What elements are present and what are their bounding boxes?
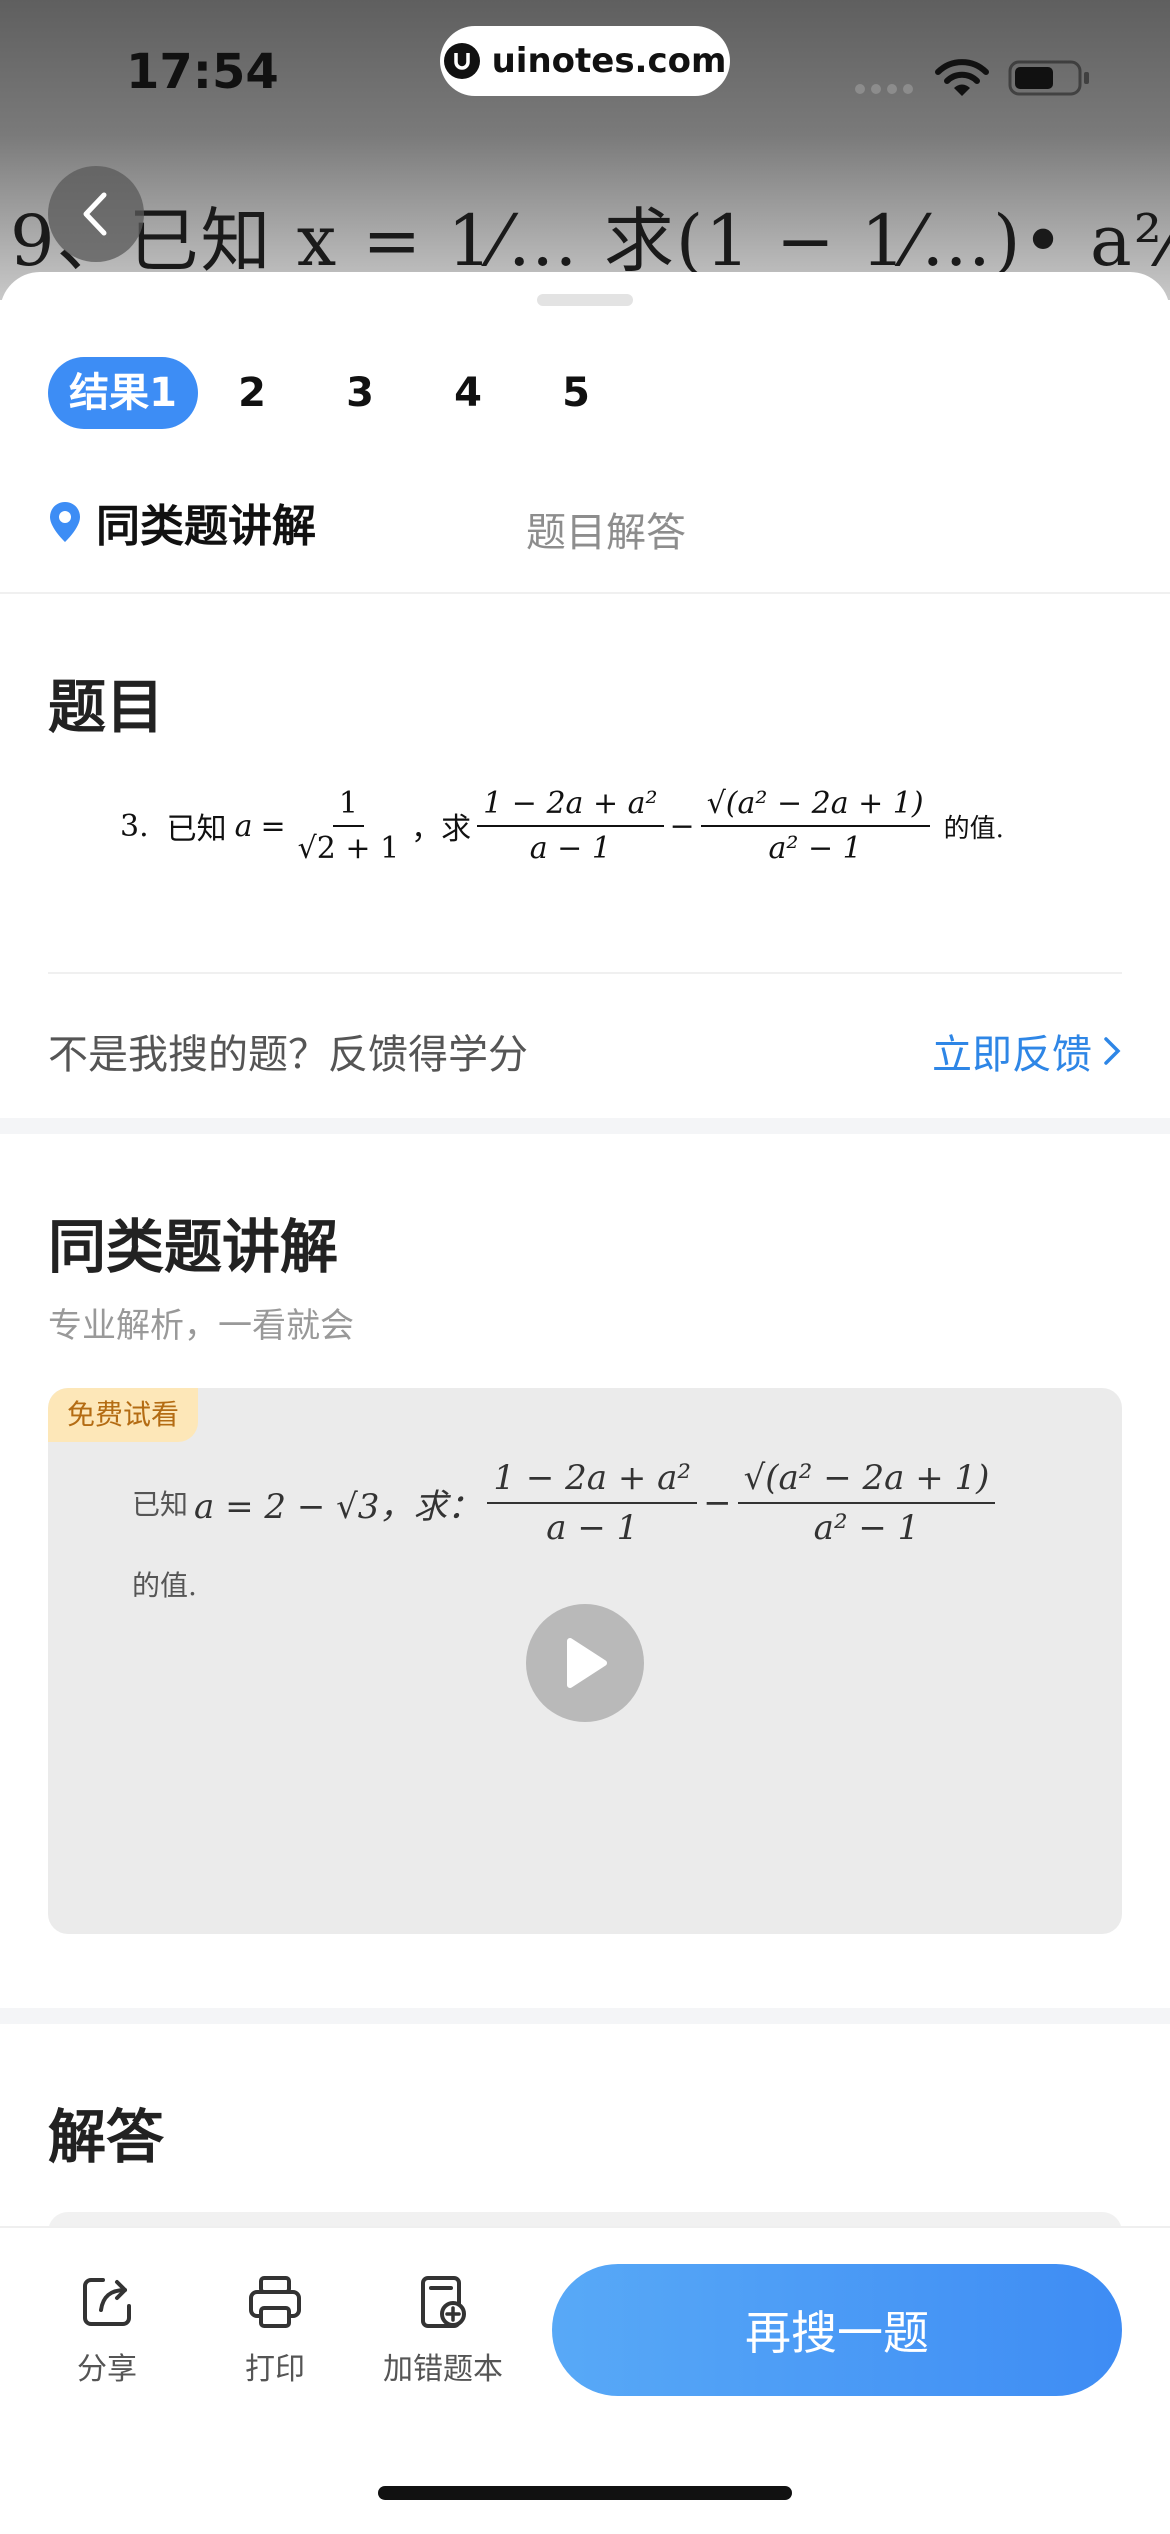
question-title: 题目	[48, 673, 165, 741]
chevron-right-icon	[1104, 1037, 1121, 1065]
sheet-grabber[interactable]	[537, 294, 633, 306]
section-separator	[0, 2008, 1170, 2024]
fraction: √(a² − 2a + 1) a² − 1	[700, 786, 930, 866]
free-trial-badge: 免费试看	[48, 1388, 198, 1442]
explanation-video[interactable]: 免费试看 已知 a = 2 − √3，求： 1 − 2a + a² a − 1 …	[48, 1388, 1122, 1934]
battery-icon	[1008, 58, 1092, 102]
video-formula: 已知 a = 2 − √3，求： 1 − 2a + a² a − 1 − √(a…	[132, 1458, 1001, 1548]
video-formula-minus: −	[703, 1483, 732, 1523]
back-button[interactable]	[48, 166, 144, 262]
tab-result-4[interactable]: 4	[414, 357, 522, 429]
tab-result-1[interactable]: 结果1	[48, 357, 198, 429]
formula-var: a	[234, 808, 253, 844]
feedback-question: 不是我搜的题？反馈得学分	[48, 1032, 528, 1078]
similar-title: 同类题讲解	[48, 1213, 339, 1281]
status-time: 17:54	[126, 44, 279, 100]
share-icon	[83, 2278, 131, 2326]
share-label: 分享	[77, 2352, 137, 2387]
question-formula: 3. 已知 a = 1 √2 + 1 ，求 1 − 2a + a² a − 1 …	[120, 786, 1004, 866]
add-wrong-book-label: 加错题本	[383, 2352, 503, 2387]
formula-suffix: 的值.	[943, 813, 1004, 844]
divider	[0, 592, 1170, 594]
feedback-link[interactable]: 立即反馈	[932, 1022, 1122, 1080]
play-icon	[567, 1638, 607, 1688]
similar-subtitle: 专业解析，一看就会	[48, 1306, 354, 1346]
print-label: 打印	[245, 2352, 305, 2387]
home-indicator	[378, 2486, 792, 2500]
location-pin-icon	[50, 502, 80, 542]
add-to-notebook-icon	[421, 2276, 466, 2328]
fraction: 1 − 2a + a² a − 1	[477, 786, 664, 866]
section-switcher: 同类题讲解 题目解答	[48, 490, 1122, 572]
formula-ask: ，求	[411, 812, 472, 847]
fraction: 1 − 2a + a² a − 1	[487, 1458, 698, 1548]
add-wrong-book-button[interactable]: 加错题本	[368, 2272, 518, 2388]
feedback-row: 不是我搜的题？反馈得学分 立即反馈	[48, 1004, 1122, 1094]
url-text: uinotes.com	[491, 41, 727, 81]
formula-number: 3.	[120, 808, 149, 844]
section-separator	[0, 1118, 1170, 1134]
tab-result-2[interactable]: 2	[198, 357, 306, 429]
formula-prefix: 已知	[166, 812, 227, 847]
video-formula-prefix: 已知	[132, 1488, 189, 1521]
search-again-button[interactable]: 再搜一题	[552, 2264, 1122, 2396]
share-button[interactable]: 分享	[32, 2272, 182, 2388]
feedback-link-label: 立即反馈	[932, 1032, 1092, 1078]
cellular-signal-icon	[855, 84, 913, 94]
fraction: 1 √2 + 1	[297, 786, 400, 866]
formula-eq: =	[260, 808, 286, 844]
segment-similar-label: 同类题讲解	[96, 501, 316, 552]
divider	[48, 972, 1122, 974]
url-pill[interactable]: uinotes.com	[440, 26, 730, 96]
wifi-icon	[934, 58, 990, 102]
segment-similar[interactable]: 同类题讲解	[48, 490, 316, 554]
play-button[interactable]	[526, 1604, 644, 1722]
video-formula-expr: a = 2 − √3，求：	[194, 1486, 482, 1527]
answer-title: 解答	[48, 2103, 165, 2171]
tab-result-3[interactable]: 3	[306, 357, 414, 429]
segment-answer[interactable]: 题目解答	[526, 500, 686, 558]
status-bar: 17:54 uinotes.com	[0, 0, 1170, 140]
result-tabs: 结果1 2 3 4 5	[48, 357, 630, 429]
chevron-left-icon	[83, 192, 107, 236]
printer-icon	[249, 2276, 301, 2328]
photo-question-text: 9、已知 x = 1⁄… 求(1 − 1⁄…)• a²⁄… 的值	[10, 200, 1170, 282]
fraction: √(a² − 2a + 1) a² − 1	[737, 1458, 996, 1548]
uinotes-logo-icon	[443, 43, 480, 79]
video-formula-line2: 的值.	[132, 1569, 197, 1602]
tab-result-5[interactable]: 5	[522, 357, 630, 429]
print-button[interactable]: 打印	[200, 2272, 350, 2388]
formula-minus: −	[669, 808, 695, 844]
